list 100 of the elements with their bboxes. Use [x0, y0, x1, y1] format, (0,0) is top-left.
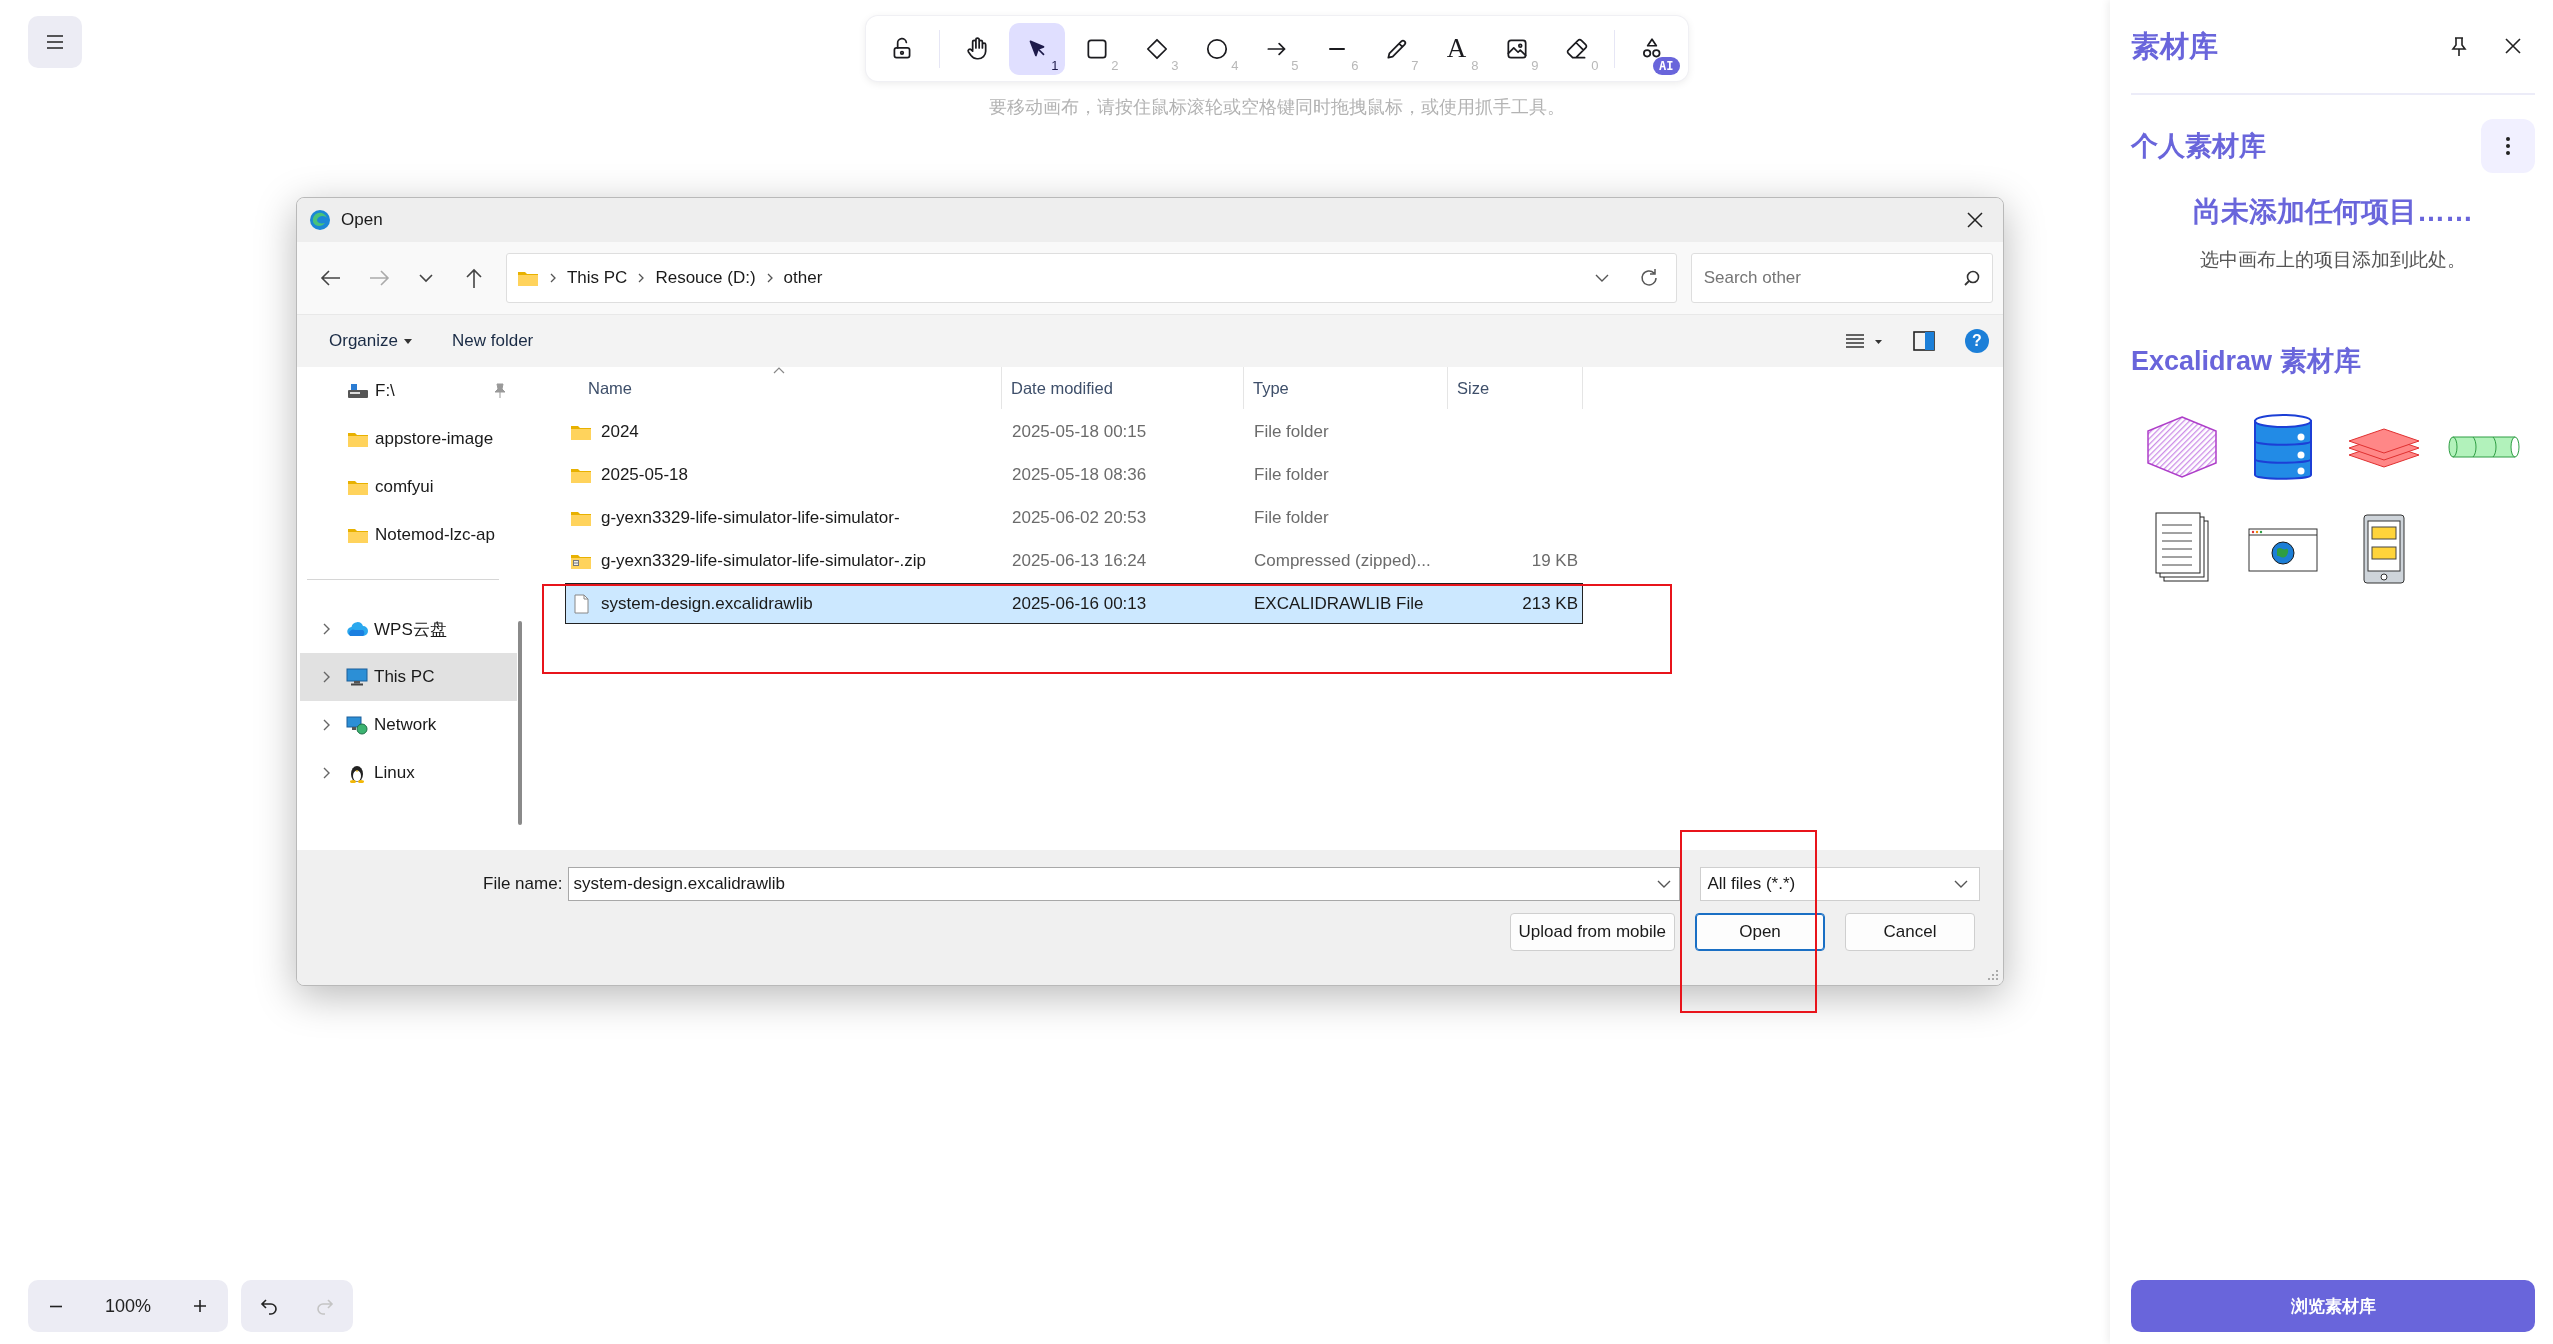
section-title: 个人素材库 [2131, 130, 2266, 163]
breadcrumb-item[interactable]: other [777, 268, 829, 288]
file-type: EXCALIDRAWLIB File [1254, 593, 1424, 613]
file-row[interactable]: 2024 2025-05-18 00:15 File folder [565, 411, 1583, 452]
shortcut-number: 8 [1471, 57, 1479, 73]
help-button[interactable]: ? [1965, 329, 1989, 353]
monitor-icon [346, 667, 368, 687]
address-dropdown-icon[interactable] [1593, 272, 1610, 284]
shortcut-number: 5 [1291, 57, 1299, 73]
close-icon [1966, 211, 1984, 229]
nav-item-label: comfyui [375, 477, 434, 497]
nav-item-label: F:\ [375, 381, 395, 401]
zoom-level[interactable]: 100% [84, 1295, 172, 1317]
breadcrumb-item[interactable]: Resouce (D:) [649, 268, 762, 288]
pin-icon [2449, 35, 2469, 58]
preview-pane-icon[interactable] [1913, 331, 1935, 351]
file-date: 2025-05-18 00:15 [1012, 421, 1147, 441]
pin-icon [493, 383, 507, 399]
undo-icon [259, 1297, 279, 1315]
nav-item[interactable]: Network [300, 701, 517, 749]
file-name: g-yexn3329-life-simulator-life-simulator- [601, 507, 900, 528]
nav-item[interactable]: appstore-image [297, 415, 517, 463]
panel-title: 素材库 [2131, 28, 2218, 64]
browser-logo-icon [309, 209, 331, 231]
tool-button[interactable]: AI [1623, 22, 1680, 75]
caret-icon [404, 338, 412, 344]
file-type: File folder [1254, 464, 1329, 484]
drive-icon [347, 381, 369, 401]
scrollbar-thumb[interactable] [518, 621, 522, 825]
column-header[interactable]: Date modified [1011, 378, 1113, 398]
resize-grip-icon[interactable] [1987, 969, 1999, 981]
cloud-icon [346, 619, 368, 639]
file-size: 213 KB [1522, 593, 1578, 613]
nav-item-label: WPS云盘 [374, 618, 447, 641]
chevron-down-icon [418, 272, 435, 284]
file-name: 2024 [601, 421, 639, 442]
breadcrumb-item[interactable]: This PC [560, 268, 634, 288]
file-row[interactable]: g-yexn3329-life-simulator-life-simulator- 2025-06-02 20:53 File folder [565, 497, 1583, 538]
nav-item-label: Notemod-lzc-ap [375, 525, 495, 545]
search-icon [1963, 269, 1981, 287]
shortcut-number: 7 [1411, 57, 1419, 73]
dropdown-caret-icon[interactable] [1656, 878, 1673, 890]
file-row[interactable]: system-design.excalidrawlib 2025-06-16 00:13 EXCALIDRAWLIB File 213 KB [565, 583, 1583, 624]
pin-button[interactable] [2449, 35, 2469, 58]
browse-library-button[interactable]: 浏览素材库 [2131, 1280, 2535, 1332]
dialog-button[interactable]: Upload from mobile [1509, 913, 1675, 951]
nav-item-label: This PC [374, 667, 435, 687]
nav-item[interactable]: Linux [300, 749, 517, 797]
chevron-down-icon [1953, 878, 1970, 890]
left-arrow-icon [319, 269, 342, 287]
nav-item[interactable]: WPS云盘 [300, 605, 517, 653]
shortcut-number: 2 [1111, 57, 1119, 73]
file-name: g-yexn3329-life-simulator-life-simulator-.zip [601, 550, 926, 571]
dialog-button[interactable]: Cancel [1845, 913, 1975, 951]
file-size: 19 KB [1531, 550, 1578, 570]
nav-item[interactable]: This PC [300, 653, 517, 701]
file-type: File folder [1254, 507, 1329, 527]
network-icon [346, 715, 368, 735]
close-icon [2503, 35, 2523, 56]
file-name: system-design.excalidrawlib [601, 593, 813, 614]
file-type: File folder [1254, 421, 1329, 441]
right-arrow-icon [367, 269, 390, 287]
nav-item-label: Network [374, 715, 437, 735]
file-row[interactable]: 2025-05-18 2025-05-18 08:36 File folder [565, 454, 1583, 495]
shortcut-number: 0 [1591, 57, 1599, 73]
menu-button[interactable] [28, 16, 82, 68]
shortcut-number: 3 [1171, 57, 1179, 73]
file-type-dropdown[interactable]: All files (*.*) [1700, 867, 1981, 901]
file-name-field[interactable]: system-design.excalidrawlib [568, 867, 1681, 901]
field-label: File name: [483, 874, 563, 894]
file-type: Compressed (zipped)... [1254, 550, 1431, 570]
empty-state-title: 尚未添加任何项目…… [2192, 195, 2474, 229]
nav-item[interactable]: Notemod-lzc-ap [297, 511, 517, 559]
file-name: 2025-05-18 [601, 464, 688, 485]
toolbar-command[interactable]: Organize [317, 325, 424, 357]
shortcut-number: 6 [1351, 57, 1359, 73]
menu-icon [45, 34, 65, 50]
text-tool-glyph: A [1446, 33, 1467, 64]
file-row[interactable]: g-yexn3329-life-simulator-life-simulator-.zip 2025-06-13 16:24 Compressed (zipped)... 19 KB [565, 540, 1583, 581]
tool-button[interactable]: 1 [1008, 22, 1065, 75]
column-header[interactable]: Type [1253, 378, 1289, 398]
file-date: 2025-05-18 08:36 [1012, 464, 1147, 484]
minus-icon [49, 1304, 63, 1308]
nav-item[interactable]: comfyui [297, 463, 517, 511]
dialog-button[interactable]: Open [1695, 913, 1825, 951]
empty-state-hint: 选中画布上的项目添加到此处。 [2199, 248, 2467, 272]
column-header[interactable]: Name [588, 378, 632, 398]
nav-item-label: Linux [374, 763, 415, 783]
canvas-hint: 要移动画布，请按住鼠标滚轮或空格键同时拖拽鼠标，或使用抓手工具。 [988, 96, 1565, 119]
address-bar[interactable]: This PC Resouce (D:) other [505, 253, 1677, 303]
column-header[interactable]: Size [1457, 378, 1490, 398]
view-options-icon[interactable] [1845, 332, 1883, 350]
sort-caret-icon [773, 367, 785, 374]
toolbar-command[interactable]: New folder [440, 325, 546, 357]
redo-icon [315, 1297, 335, 1315]
nav-item[interactable]: F:\ [297, 367, 517, 415]
file-date: 2025-06-16 00:13 [1012, 593, 1147, 613]
more-options-icon [2505, 135, 2511, 157]
search-field[interactable]: Search other [1690, 253, 1993, 303]
ai-badge: AI [1653, 56, 1680, 75]
